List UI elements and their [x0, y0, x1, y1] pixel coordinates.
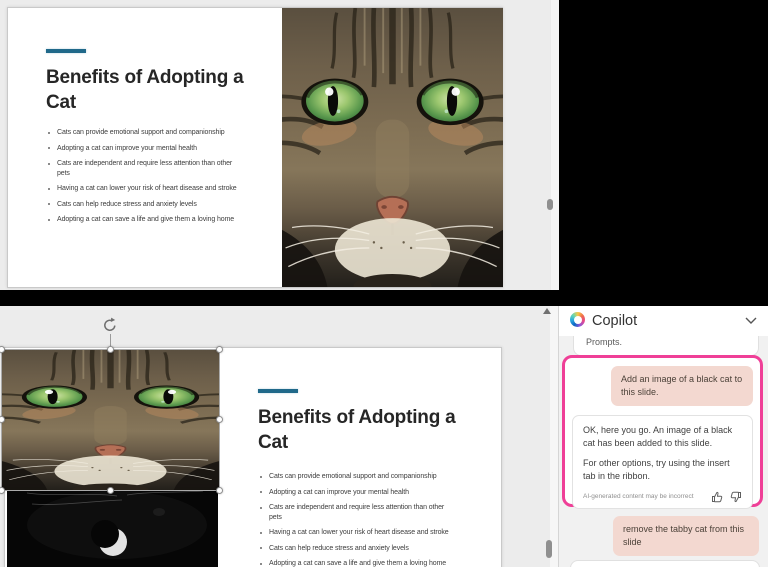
previous-message-fragment: Prompts. [573, 336, 759, 356]
slide-editor-view-after: Benefits of Adopting a Cat Cats can prov… [0, 306, 768, 567]
bullet-item: Adopting a cat can improve your mental h… [46, 144, 244, 154]
scrollbar-track [551, 0, 559, 290]
screenshot-root: Benefits of Adopting a Cat Cats can prov… [0, 0, 768, 567]
bullet-marker [48, 147, 50, 149]
scrollbar-track [550, 306, 558, 567]
selected-tabby-image[interactable] [2, 350, 219, 490]
vertical-scrollbar-thumb[interactable] [547, 199, 553, 210]
bullet-marker [260, 507, 262, 509]
accent-bar [46, 49, 86, 53]
chevron-down-icon[interactable] [745, 317, 757, 325]
assistant-text: For other options, try using the insert … [583, 457, 742, 483]
bullet-item: Cats can help reduce stress and anxiety … [46, 200, 244, 210]
bullet-item: Having a cat can lower your risk of hear… [46, 184, 244, 194]
bullet-item: Adopting a cat can save a life and give … [258, 559, 456, 567]
black-cat-artwork [7, 490, 218, 567]
user-message-bubble: remove the tabby cat from this slide [613, 516, 759, 556]
bullet-marker [48, 163, 50, 165]
bullet-item: Adopting a cat can save a life and give … [46, 215, 244, 225]
slide-bullet-list[interactable]: Cats can provide emotional support and c… [46, 128, 244, 231]
slide-title[interactable]: Benefits of Adopting a Cat [46, 65, 274, 115]
thumbs-up-icon[interactable] [711, 491, 723, 503]
rotate-handle-icon[interactable] [101, 316, 119, 334]
resize-handle-e[interactable] [216, 416, 223, 423]
slide-canvas[interactable]: Benefits of Adopting a Cat Cats can prov… [7, 7, 503, 288]
resize-handle-se[interactable] [216, 487, 223, 494]
thumbs-down-icon[interactable] [730, 491, 742, 503]
unrendered-black-region [559, 0, 768, 290]
resize-handle-s[interactable] [107, 487, 114, 494]
bullet-item: Cats are independent and require less at… [258, 503, 456, 522]
vertical-scrollbar-thumb[interactable] [546, 540, 552, 558]
highlighted-exchange: Add an image of a black cat to this slid… [562, 355, 763, 507]
slide-title[interactable]: Benefits of Adopting a Cat [258, 405, 486, 455]
bullet-marker [260, 476, 262, 478]
copilot-chat-area: Prompts. Add an image of a black cat to … [559, 336, 768, 567]
ai-disclaimer: AI-generated content may be incorrect [583, 490, 711, 503]
resize-handle-ne[interactable] [216, 346, 223, 353]
resize-handle-n[interactable] [107, 346, 114, 353]
bullet-marker [48, 132, 50, 134]
bullet-item: Cats can provide emotional support and c… [46, 128, 244, 138]
bullet-item: Having a cat can lower your risk of hear… [258, 528, 456, 538]
tabby-cat-artwork [2, 350, 219, 490]
separator-band [0, 290, 768, 306]
bullet-item: Adopting a cat can improve your mental h… [258, 488, 456, 498]
bullet-marker [260, 532, 262, 534]
copilot-logo-icon [570, 312, 585, 327]
bullet-marker [260, 563, 262, 565]
assistant-text: OK, here you go. An image of a black cat… [583, 424, 742, 450]
copilot-header: Copilot [559, 306, 768, 336]
bullet-item: Cats can provide emotional support and c… [258, 472, 456, 482]
incoming-message-card [570, 560, 760, 567]
bullet-marker [48, 203, 50, 205]
scrollbar-up-arrow[interactable] [543, 308, 551, 314]
bullet-item: Cats are independent and require less at… [46, 159, 244, 178]
bullet-item: Cats can help reduce stress and anxiety … [258, 544, 456, 554]
slide-editor-view-before: Benefits of Adopting a Cat Cats can prov… [0, 0, 768, 290]
tabby-cat-image[interactable] [282, 8, 503, 287]
black-cat-image[interactable] [7, 490, 218, 567]
copilot-title: Copilot [592, 306, 637, 336]
copilot-panel: Copilot Prompts. Add an image of a black… [558, 306, 768, 567]
slide-bullet-list[interactable]: Cats can provide emotional support and c… [258, 472, 456, 567]
assistant-message-card: OK, here you go. An image of a black cat… [572, 415, 753, 509]
tabby-cat-artwork [282, 8, 503, 287]
bullet-marker [48, 188, 50, 190]
bullet-marker [48, 219, 50, 221]
bullet-marker [260, 547, 262, 549]
bullet-marker [260, 491, 262, 493]
accent-bar [258, 389, 298, 393]
user-message-bubble: Add an image of a black cat to this slid… [611, 366, 753, 406]
